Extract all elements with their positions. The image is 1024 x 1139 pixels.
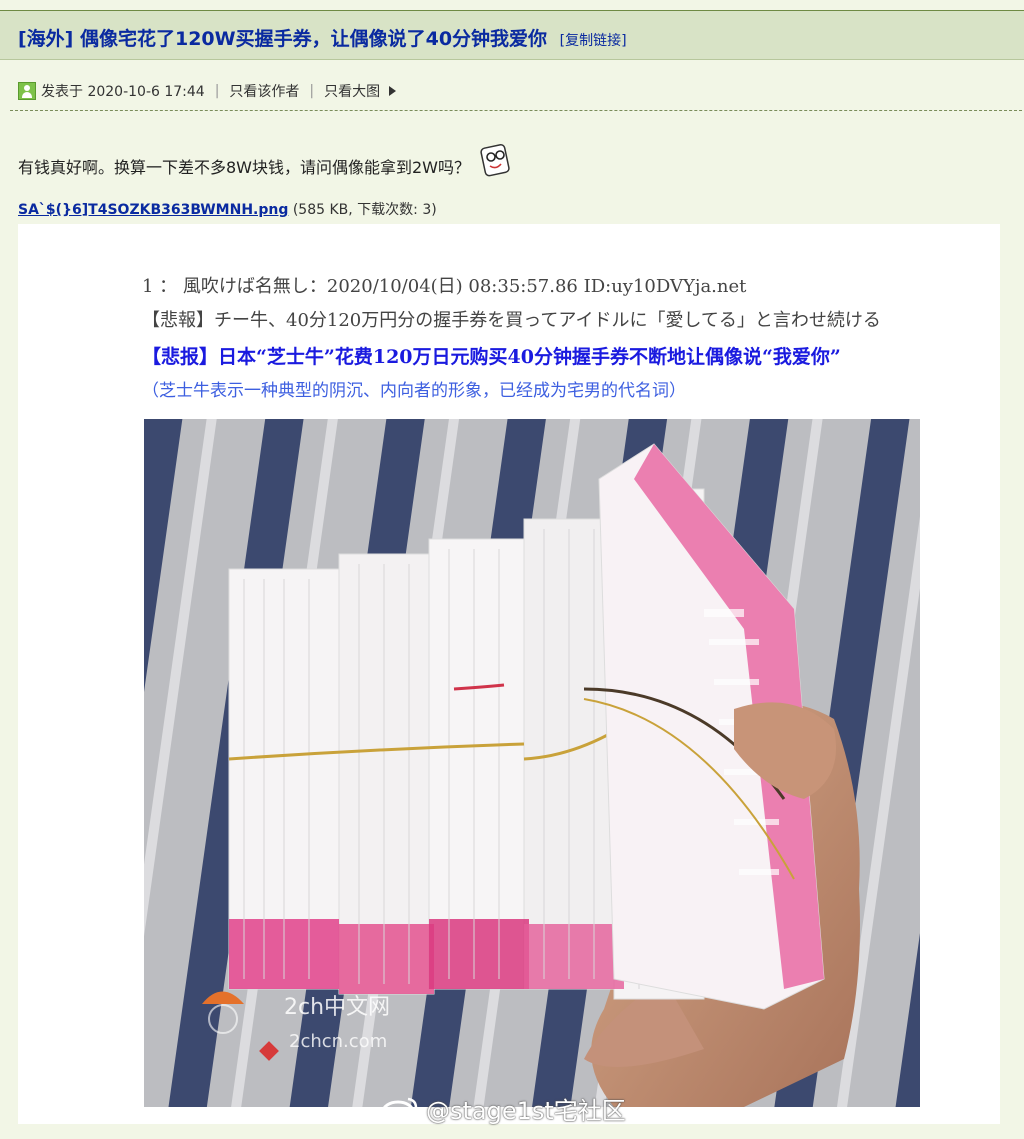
post-timestamp: 发表于 2020-10-6 17:44 [41, 84, 205, 100]
meta-divider [10, 110, 1022, 111]
ticket-stack-illustration: 2ch中文网 2chcn.com [144, 419, 920, 1107]
image-caption-line-4: （芝士牛表示一种典型的阴沉、内向者的形象，已经成为宅男的代名词） [142, 381, 686, 401]
attached-image[interactable]: 1 ： 風吹けば名無し：2020/10/04(日) 08:35:57.86 ID… [18, 224, 1000, 1124]
meta-separator: | [214, 83, 220, 99]
arrow-right-icon [389, 86, 397, 96]
photo-watermark-domain: 2chcn.com [289, 1031, 387, 1052]
post-body: 有钱真好啊。换算一下差不多8W块钱，请问偶像能拿到2W吗？ [18, 144, 512, 184]
only-author-link[interactable]: 只看该作者 [229, 81, 299, 101]
image-caption-line-3: 【悲报】日本“芝士牛”花费120万日元购买40分钟握手券不断地让偶像说“我爱你” [142, 346, 841, 368]
user-online-icon [18, 82, 36, 100]
ticket-stack-photo: 2ch中文网 2chcn.com [144, 419, 920, 1107]
weibo-icon [381, 1097, 418, 1123]
footer-watermark: @stage1st宅社区 [380, 1091, 626, 1126]
photo-watermark-site: 2ch中文网 [284, 995, 390, 1020]
thread-title-text: [海外] 偶像宅花了120W买握手券，让偶像说了40分钟我爱你 [18, 28, 548, 50]
post-text: 有钱真好啊。换算一下差不多8W块钱，请问偶像能拿到2W吗？ [18, 158, 471, 177]
attachment-info: (585 KB, 下载次数: 3) [292, 202, 437, 218]
footer-watermark-text: @stage1st宅社区 [426, 1097, 626, 1125]
meta-separator: | [309, 83, 315, 99]
image-caption-line-2: 【悲報】チー牛、40分120万円分の握手券を買ってアイドルに「愛してる」と言わせ… [142, 310, 881, 331]
only-big-image-link[interactable]: 只看大图 [324, 81, 380, 101]
copy-link-button[interactable]: [复制链接] [560, 33, 627, 49]
thread-title: [海外] 偶像宅花了120W买握手券，让偶像说了40分钟我爱你 [复制链接] [18, 24, 627, 51]
thread-header: [海外] 偶像宅花了120W买握手券，让偶像说了40分钟我爱你 [复制链接] [0, 10, 1024, 60]
post-meta: 发表于 2020-10-6 17:44 | 只看该作者 | 只看大图 [18, 80, 397, 102]
image-caption-line-1: 1 ： 風吹けば名無し：2020/10/04(日) 08:35:57.86 ID… [142, 276, 747, 297]
glasses-face-emoticon [480, 144, 510, 177]
attachment-link[interactable]: SA`$(}6]T4SOZKB363BWMNH.png [18, 202, 288, 218]
attachment: SA`$(}6]T4SOZKB363BWMNH.png (585 KB, 下载次… [18, 199, 437, 219]
